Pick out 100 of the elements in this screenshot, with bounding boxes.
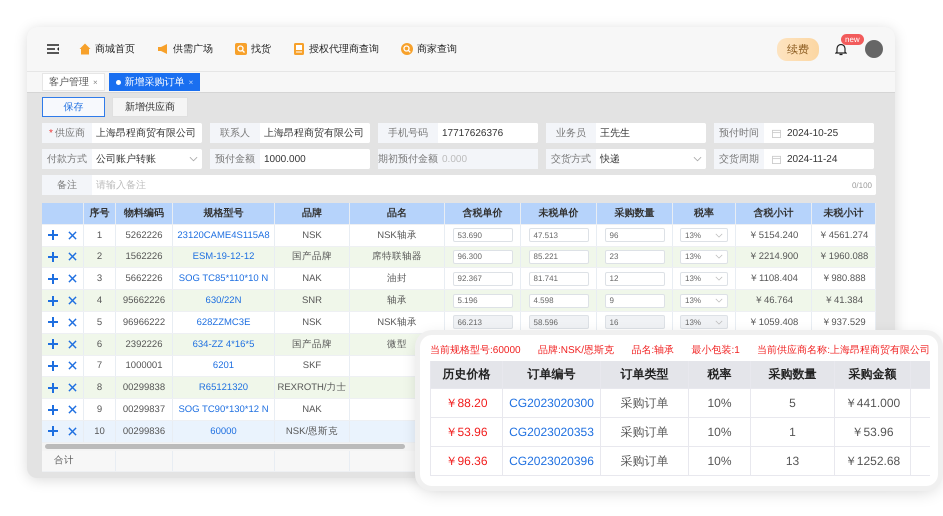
table-cell: 3 xyxy=(96,273,102,284)
table-cell: 10 xyxy=(94,426,105,437)
field-label: * 供应商 xyxy=(42,123,92,143)
table-cell: 1000001 xyxy=(126,360,162,372)
table-cell: 6 xyxy=(96,338,102,350)
column-header: 采购数量 xyxy=(597,203,673,224)
table-cell: 95662226 xyxy=(122,295,166,306)
table-cell: 采购订单 xyxy=(620,424,668,440)
table-cell: 8 xyxy=(96,382,102,394)
table-cell: REXROTH/力士 xyxy=(277,381,347,394)
field-value: 17717626376 xyxy=(442,128,504,138)
new-badge: new xyxy=(841,34,864,44)
table-cell: 00299837 xyxy=(122,404,166,416)
field-value: 上海昂程商贸有限公司 xyxy=(96,126,197,140)
field-value: 快递 xyxy=(600,152,621,166)
table-cell: NSK xyxy=(302,316,322,328)
table-cell: 96966222 xyxy=(122,316,166,328)
table-cell: ￥937.529 xyxy=(821,316,866,329)
field-value: 王先生 xyxy=(600,126,631,140)
table-cell: 7 xyxy=(96,360,102,372)
table-cell: 10% xyxy=(707,396,732,410)
field-label: 交货周期 xyxy=(714,149,764,169)
field-value: 1000.000 xyxy=(264,154,307,164)
table-cell: ￥5154.240 xyxy=(748,228,798,242)
column-header: 物料编码 xyxy=(116,203,173,224)
field-value: 0.000 xyxy=(442,154,468,164)
table-cell: 轴承 xyxy=(387,294,407,308)
info-text: 品牌:NSK/恩斯克 xyxy=(538,344,614,357)
table-cell: NSK轴承 xyxy=(377,316,417,329)
table-cell: 国产品牌 xyxy=(292,338,332,351)
table-cell: SNR xyxy=(302,295,322,306)
table-cell: ￥4561.274 xyxy=(818,228,868,242)
table-cell: NAK xyxy=(302,404,322,416)
column-header: 品牌 xyxy=(275,203,350,224)
field-label: 预付金额 xyxy=(210,149,260,169)
table-cell: ￥46.764 xyxy=(754,294,794,308)
table-cell: ￥41.384 xyxy=(824,294,864,308)
table-cell: 微型 xyxy=(387,338,407,351)
column-header: 采购数量 xyxy=(768,366,816,383)
field-label: 业务员 xyxy=(546,123,596,143)
table-cell: ￥1960.088 xyxy=(818,250,868,264)
column-header: 含税小计 xyxy=(736,203,812,224)
table-cell: ￥441.000 xyxy=(844,394,900,412)
table-cell: 2392226 xyxy=(126,338,162,350)
column-header: 品名 xyxy=(350,203,445,224)
table-cell: 00299838 xyxy=(122,382,166,394)
column-header: 订单类型 xyxy=(620,366,668,383)
field-value: 2024-10-25 xyxy=(787,128,840,138)
table-cell: 席特联轴器 xyxy=(372,250,422,264)
price-cell: ￥88.20 xyxy=(445,394,488,412)
table-cell: 10% xyxy=(707,454,732,468)
field-label: 预付时间 xyxy=(714,123,764,143)
field-label: 期初预付金额 xyxy=(378,149,438,169)
table-cell: ￥980.888 xyxy=(821,272,866,286)
table-cell: NSK/恩斯克 xyxy=(286,424,338,438)
table-cell: 00299836 xyxy=(122,426,166,437)
table-cell: 13 xyxy=(786,454,800,468)
info-text: 品名:轴承 xyxy=(631,344,674,357)
table-cell: ￥1252.68 xyxy=(844,452,900,470)
field-value: 上海昂程商贸有限公司 xyxy=(264,126,365,140)
table-cell: 采购订单 xyxy=(620,452,668,470)
table-cell: SKF xyxy=(302,360,322,372)
table-cell: NAK xyxy=(302,273,322,284)
table-cell: 1 xyxy=(96,230,102,241)
field-value: 公司账户转账 xyxy=(96,152,157,166)
field-label: 手机号码 xyxy=(378,123,438,143)
column-header: 采购金额 xyxy=(848,366,896,383)
table-cell: NSK xyxy=(302,230,322,241)
total-label: 合计 xyxy=(54,454,74,468)
field-label: 交货方式 xyxy=(546,149,596,169)
table-cell: 国产品牌 xyxy=(292,250,332,264)
table-cell: 5 xyxy=(789,396,796,410)
column-header: 规格型号 xyxy=(173,203,275,224)
column-header: 历史价格 xyxy=(442,366,490,383)
table-cell: 9 xyxy=(96,404,102,416)
table-cell: 1 xyxy=(789,425,796,439)
table-cell: 采购订单 xyxy=(620,394,668,412)
table-cell: ￥1108.404 xyxy=(749,272,798,286)
info-text: 当前供应商名称:上海昂程商贸有限公司 xyxy=(757,344,930,357)
field-label: 付款方式 xyxy=(42,149,92,169)
table-cell: 1562226 xyxy=(126,251,162,262)
table-cell: 5 xyxy=(96,316,102,328)
table-cell: 油封 xyxy=(387,272,407,286)
column-header: 含税单价 xyxy=(445,203,521,224)
field-label: 联系人 xyxy=(210,123,260,143)
price-cell: ￥53.96 xyxy=(445,424,488,440)
column-header: 序号 xyxy=(84,203,116,224)
table-cell: 2 xyxy=(96,251,102,262)
column-header: 未税单价 xyxy=(521,203,597,224)
info-text: 最小包装:1 xyxy=(692,344,740,357)
price-cell: ￥96.36 xyxy=(445,452,488,470)
table-cell: 4 xyxy=(96,295,102,306)
char-counter: 0/100 xyxy=(852,180,872,190)
table-cell: ￥2214.900 xyxy=(748,250,798,264)
table-cell: 5262226 xyxy=(126,230,162,241)
column-header: 税率 xyxy=(673,203,736,224)
info-text: 当前规格型号:60000 xyxy=(430,344,521,357)
field-label: 备注 xyxy=(42,175,92,195)
column-header: 税率 xyxy=(708,366,732,383)
table-cell: NSK轴承 xyxy=(377,228,417,242)
